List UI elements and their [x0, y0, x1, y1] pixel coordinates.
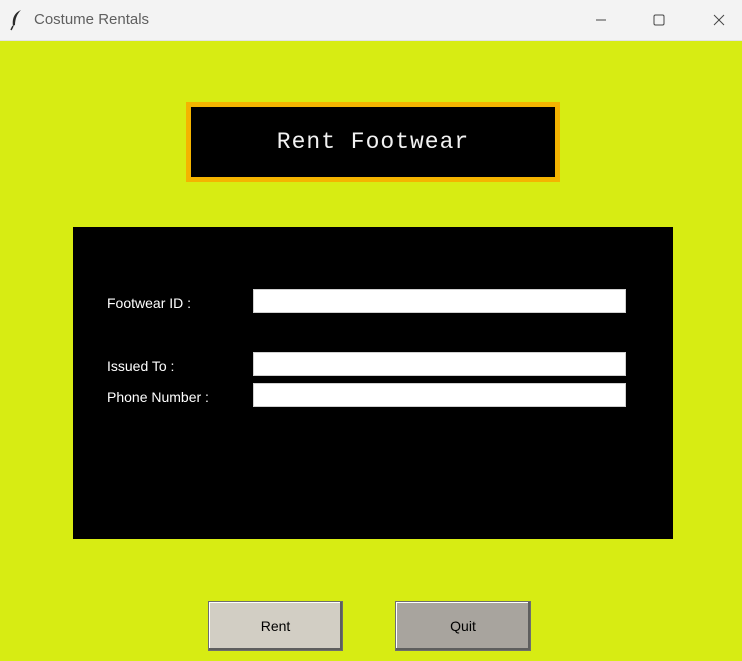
quit-button[interactable]: Quit [395, 601, 531, 651]
minimize-button[interactable] [578, 0, 624, 40]
page-title: Rent Footwear [276, 129, 470, 155]
maximize-icon [653, 14, 665, 26]
minimize-icon [595, 14, 607, 26]
title-bar: Costume Rentals [0, 0, 742, 41]
issued-to-label: Issued To : [107, 358, 175, 374]
window-title: Costume Rentals [34, 11, 150, 28]
close-icon [713, 14, 725, 26]
heading-frame: Rent Footwear [186, 102, 560, 182]
close-button[interactable] [696, 0, 742, 40]
maximize-button[interactable] [636, 0, 682, 40]
issued-to-input[interactable] [253, 352, 626, 376]
phone-number-label: Phone Number : [107, 389, 209, 405]
phone-number-input[interactable] [253, 383, 626, 407]
feather-icon [9, 9, 25, 31]
window-content: Rent Footwear Footwear ID : Issued To : … [0, 41, 742, 661]
footwear-id-input[interactable] [253, 289, 626, 313]
form-panel: Footwear ID : Issued To : Phone Number : [73, 227, 673, 539]
rent-button[interactable]: Rent [208, 601, 343, 651]
footwear-id-label: Footwear ID : [107, 295, 192, 311]
